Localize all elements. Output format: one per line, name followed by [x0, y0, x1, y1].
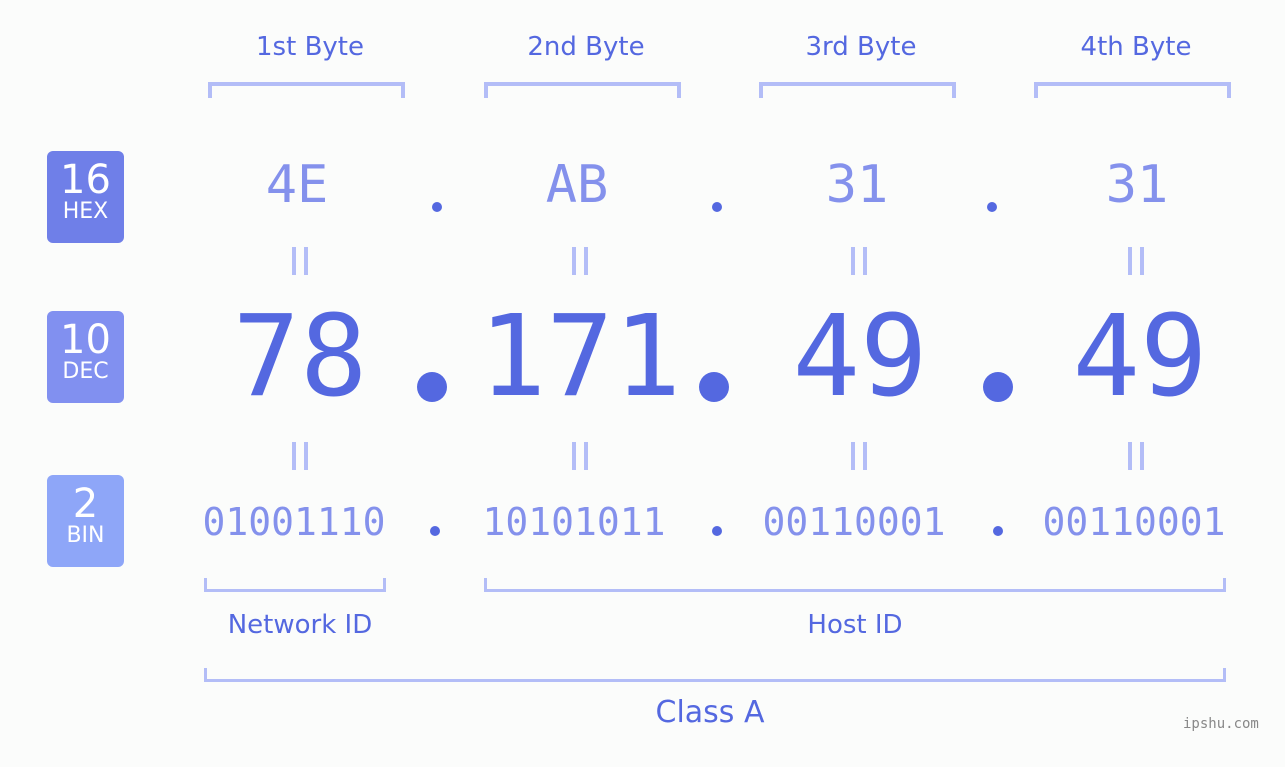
equals-icon [291, 247, 309, 275]
bin-value-3: 00110001 [762, 500, 946, 544]
bin-separator-dot [993, 526, 1003, 536]
bin-value-2: 10101011 [482, 500, 666, 544]
host-id-label: Host ID [807, 610, 903, 640]
equals-icon [1127, 247, 1145, 275]
dec-value-3: 49 [792, 292, 928, 422]
equals-icon [571, 247, 589, 275]
bin-base: 2 [72, 481, 99, 527]
dec-separator-dot [417, 372, 447, 402]
bin-separator-dot [430, 526, 440, 536]
hex-base: 16 [60, 157, 111, 203]
byte-bracket-3 [759, 82, 956, 98]
hex-value-4: 31 [1105, 155, 1169, 215]
equals-icon [850, 442, 868, 470]
byte-header-1: 1st Byte [256, 32, 364, 62]
dec-label: DEC [62, 359, 109, 384]
bin-separator-dot [712, 526, 722, 536]
byte-header-2: 2nd Byte [527, 32, 645, 62]
hex-separator-dot [987, 202, 997, 212]
hex-value-2: AB [545, 155, 609, 215]
equals-icon [1127, 442, 1145, 470]
watermark: ipshu.com [1183, 716, 1259, 732]
host-id-bracket [484, 578, 1226, 592]
byte-header-4: 4th Byte [1080, 32, 1192, 62]
dec-value-2: 171 [478, 292, 682, 422]
byte-bracket-2 [484, 82, 681, 98]
dec-separator-dot [699, 372, 729, 402]
class-bracket [204, 668, 1226, 682]
hex-label: HEX [62, 199, 109, 224]
bin-badge: 2 BIN [47, 475, 124, 567]
hex-value-3: 31 [825, 155, 889, 215]
byte-bracket-1 [208, 82, 405, 98]
hex-separator-dot [712, 202, 722, 212]
equals-icon [291, 442, 309, 470]
dec-badge: 10 DEC [47, 311, 124, 403]
bin-value-1: 01001110 [202, 500, 386, 544]
dec-base: 10 [60, 317, 111, 363]
byte-bracket-4 [1034, 82, 1231, 98]
network-id-label: Network ID [227, 610, 373, 640]
dec-separator-dot [983, 372, 1013, 402]
bin-label: BIN [66, 523, 105, 548]
dec-value-1: 78 [232, 292, 368, 422]
class-label: Class A [655, 695, 765, 730]
hex-separator-dot [432, 202, 442, 212]
hex-value-1: 4E [265, 155, 329, 215]
network-id-bracket [204, 578, 386, 592]
hex-badge: 16 HEX [47, 151, 124, 243]
bin-value-4: 00110001 [1042, 500, 1226, 544]
byte-header-3: 3rd Byte [805, 32, 917, 62]
dec-value-4: 49 [1072, 292, 1208, 422]
equals-icon [850, 247, 868, 275]
equals-icon [571, 442, 589, 470]
